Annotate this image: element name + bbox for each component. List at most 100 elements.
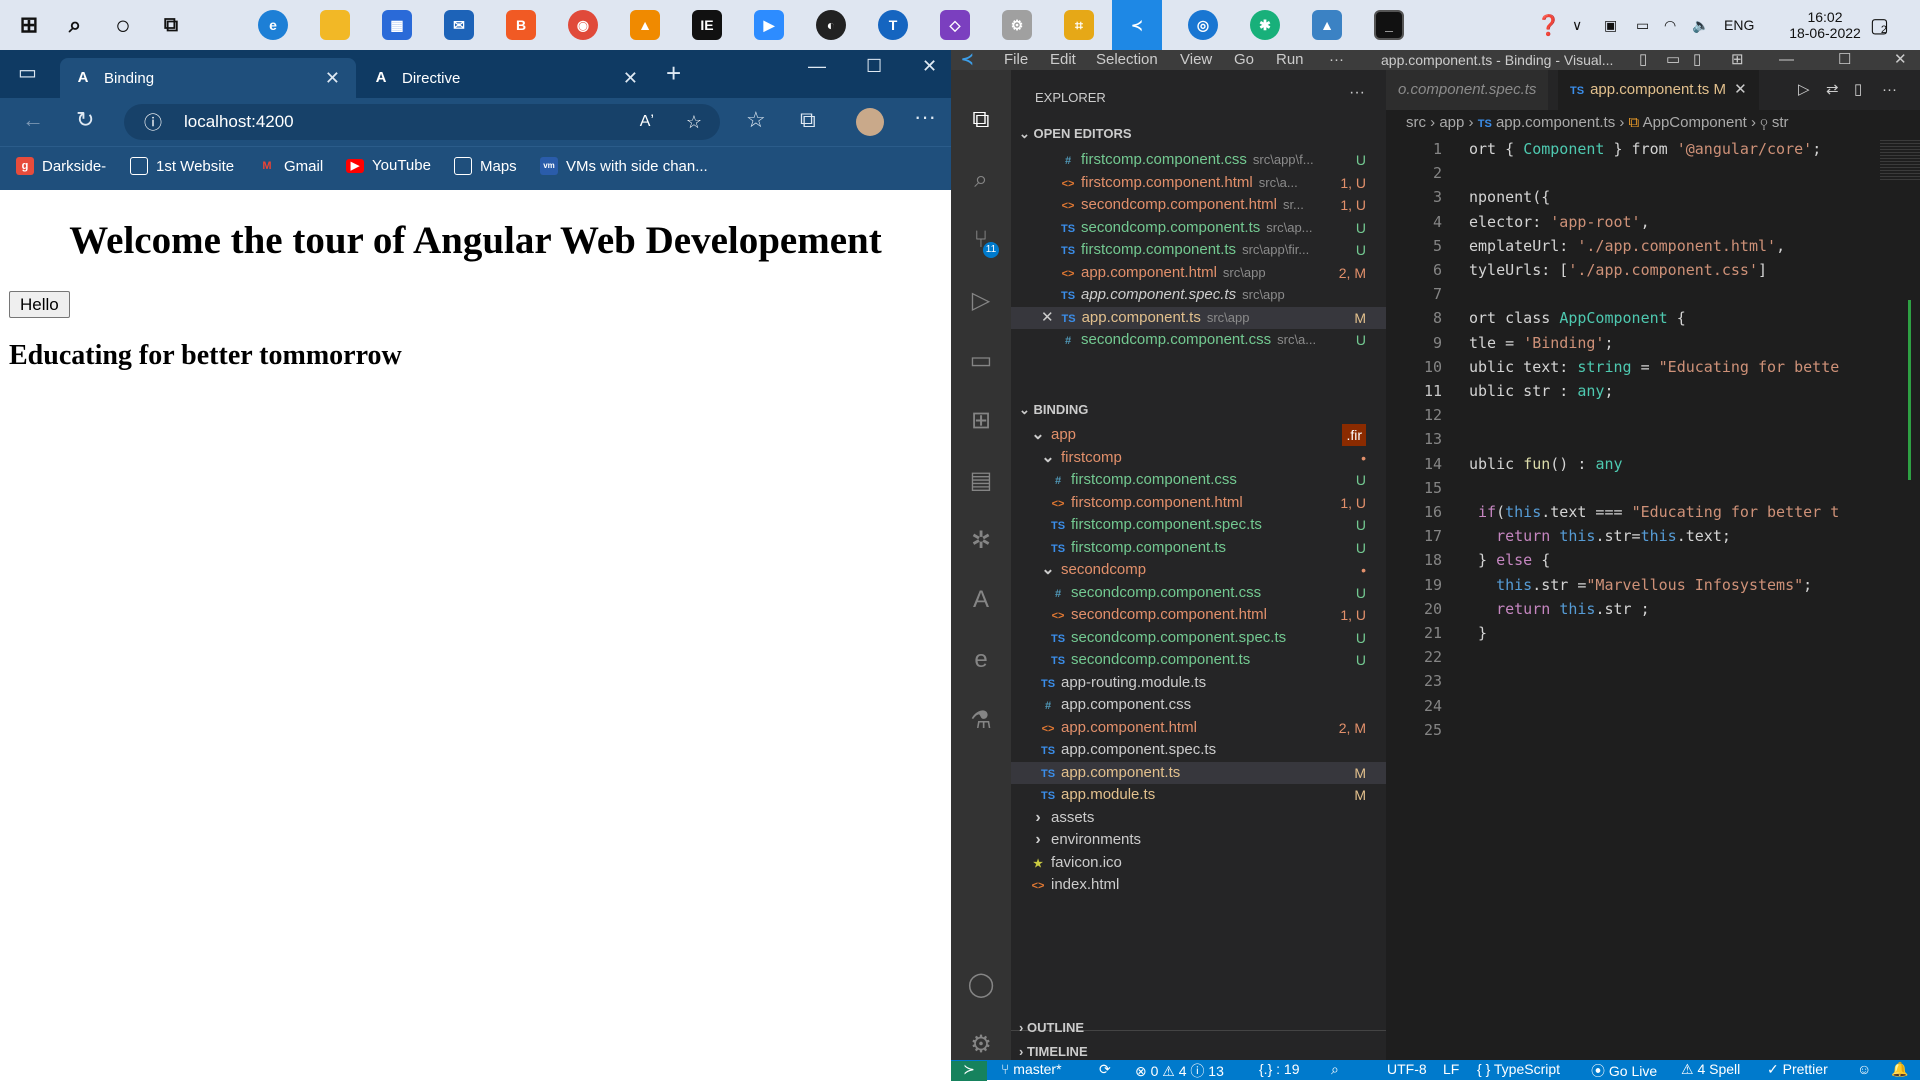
file-item[interactable]: <> secondcomp.component.html 1, U [1011, 604, 1386, 626]
file-item[interactable]: TS app-routing.module.ts [1011, 672, 1386, 694]
code-line[interactable]: ublic fun() : any [1469, 455, 1889, 473]
recorder-app-icon[interactable]: ◎ [1188, 10, 1218, 40]
feedback-icon[interactable]: ☺ [1857, 1061, 1871, 1077]
vscode-app-icon[interactable]: ≺ [1112, 0, 1162, 50]
open-editor-item[interactable]: ✕ TS app.component.ts src\app M [1011, 306, 1386, 329]
intellij-app-icon[interactable]: IE [692, 10, 722, 40]
tab-actions-icon[interactable]: ▭ [18, 60, 37, 85]
remote-explorer-icon[interactable]: ▭ [965, 346, 997, 378]
code-line[interactable]: } else { [1469, 551, 1889, 569]
menu-more[interactable]: ··· [1329, 50, 1344, 70]
visual-studio-app-icon[interactable]: ◇ [940, 10, 970, 40]
file-explorer-app-icon[interactable] [320, 10, 350, 40]
angular-icon[interactable]: A [965, 586, 997, 618]
code-line[interactable]: tyleUrls: ['./app.component.css'] [1469, 261, 1889, 279]
bookmark-darkside[interactable]: g Darkside- [16, 157, 106, 175]
bookmark-gmail[interactable]: M Gmail [258, 157, 323, 175]
file-item[interactable]: TS app.module.ts M [1011, 784, 1386, 806]
clock[interactable]: 16:02 18-06-2022 [1780, 0, 1870, 50]
avatar[interactable] [856, 108, 884, 136]
branch-status[interactable]: ⑂ master* [1001, 1061, 1062, 1077]
zoom-app-icon[interactable]: ▶ [754, 10, 784, 40]
code-line[interactable]: tle = 'Binding'; [1469, 334, 1889, 352]
code-line[interactable]: ort class AppComponent { [1469, 309, 1889, 327]
kubernetes-icon[interactable]: ✲ [965, 526, 997, 558]
info-icon[interactable]: ⓘ [144, 109, 162, 135]
bookmark-1st-website[interactable]: 1st Website [130, 157, 234, 175]
toggle-panel-icon[interactable]: ▭ [1666, 50, 1680, 70]
file-item[interactable]: # firstcomp.component.css U [1011, 469, 1386, 491]
open-editor-item[interactable]: # firstcomp.component.css src\app\f... U [1011, 149, 1386, 171]
code-line[interactable]: if(this.text === "Educating for better t [1469, 503, 1889, 521]
source-control-icon[interactable]: ⑂ 11 [965, 226, 999, 258]
testing-icon[interactable]: ⚗ [965, 706, 997, 738]
folder-item[interactable]: › assets [1011, 807, 1386, 829]
photos-app-icon[interactable]: ▲ [1312, 10, 1342, 40]
extensions-icon[interactable]: ⊞ [965, 406, 997, 438]
language-status[interactable]: { } TypeScript [1477, 1061, 1560, 1077]
file-item[interactable]: # app.component.css [1011, 694, 1386, 716]
manage-gear-icon[interactable]: ⚙ [965, 1030, 997, 1062]
open-editor-item[interactable]: TS app.component.spec.ts src\app [1011, 284, 1386, 306]
folder-item[interactable]: ⌄ secondcomp • [1011, 559, 1386, 581]
folder-item[interactable]: › environments [1011, 829, 1386, 851]
encoding-status[interactable]: UTF-8 [1387, 1061, 1427, 1077]
file-item[interactable]: ★ favicon.ico [1011, 852, 1386, 874]
language-indicator[interactable]: ENG [1724, 0, 1754, 50]
tab-directive[interactable]: A Directive ✕ [358, 58, 654, 98]
more-actions-icon[interactable]: ··· [1870, 70, 1909, 110]
explorer-more-icon[interactable]: ··· [1349, 84, 1365, 102]
code-line[interactable]: } [1469, 624, 1889, 642]
remote-icon[interactable]: ≻ [951, 1061, 987, 1081]
file-item[interactable]: <> app.component.html 2, M [1011, 717, 1386, 739]
file-item[interactable]: TS firstcomp.component.spec.ts U [1011, 514, 1386, 536]
window-close-icon[interactable]: ✕ [1894, 50, 1907, 70]
address-bar[interactable]: ⓘ localhost:4200 Aʼ ☆ [124, 104, 720, 140]
code-area[interactable]: 1 ort { Component } from '@angular/core';… [1386, 140, 1920, 1040]
open-editor-item[interactable]: <> secondcomp.component.html sr... 1, U [1011, 194, 1386, 216]
spell-status[interactable]: ⚠ 4 Spell [1681, 1061, 1740, 1078]
project-header[interactable]: ⌄ BINDING [1011, 398, 1386, 422]
code-line[interactable]: this.str ="Marvellous Infosystems"; [1469, 576, 1889, 594]
code-line[interactable]: return this.str=this.text; [1469, 527, 1889, 545]
problems-status[interactable]: ⊗ 0 ⚠ 4 ⓘ 13 [1135, 1061, 1224, 1081]
battery-icon[interactable]: ▭ [1636, 0, 1649, 50]
obs-app-icon[interactable]: ◐ [816, 10, 846, 40]
code-line[interactable]: elector: 'app-root', [1469, 213, 1889, 231]
menu-view[interactable]: View [1180, 50, 1212, 70]
close-icon[interactable]: ✕ [623, 68, 638, 89]
edge-app-icon[interactable]: e [258, 10, 288, 40]
search-icon[interactable]: ⌕ [60, 10, 90, 40]
notification-icon[interactable]: ▢ 2 [1870, 0, 1889, 50]
open-editor-item[interactable]: <> app.component.html src\app 2, M [1011, 262, 1386, 284]
minimize-icon[interactable]: — [808, 56, 826, 77]
folder-item[interactable]: ⌄ firstcomp • [1011, 447, 1386, 469]
menu-selection[interactable]: Selection [1096, 50, 1158, 70]
window-close-icon[interactable]: ✕ [922, 56, 937, 77]
more-icon[interactable]: ··· [914, 104, 936, 130]
new-tab-icon[interactable]: + [666, 58, 681, 89]
folder-item[interactable]: ⌄ app .fir [1011, 424, 1386, 446]
back-icon[interactable]: ← [22, 107, 44, 133]
favorite-add-icon[interactable]: ☆ [686, 112, 702, 133]
close-icon[interactable]: ✕ [325, 68, 340, 89]
account-icon[interactable]: ◯ [965, 970, 997, 1002]
menu-file[interactable]: File [1004, 50, 1028, 70]
menu-run[interactable]: Run [1276, 50, 1304, 70]
file-item[interactable]: <> firstcomp.component.html 1, U [1011, 492, 1386, 514]
file-item[interactable]: TS app.component.ts M [1011, 761, 1386, 784]
atom-app-icon[interactable]: ✱ [1250, 10, 1280, 40]
file-item[interactable]: TS secondcomp.component.spec.ts U [1011, 627, 1386, 649]
maximize-icon[interactable]: ☐ [866, 56, 882, 77]
file-item[interactable]: TS secondcomp.component.ts U [1011, 649, 1386, 671]
bookmark-youtube[interactable]: ▶ YouTube [346, 157, 431, 174]
collections-icon[interactable]: ⧉ [800, 107, 816, 133]
bookmark-vms[interactable]: vm VMs with side chan... [540, 157, 708, 175]
docker-icon[interactable]: ▤ [965, 466, 997, 498]
maximize-icon[interactable]: ☐ [1838, 50, 1851, 70]
toggle-sidebar-icon[interactable]: ▯ [1639, 50, 1647, 70]
menu-go[interactable]: Go [1234, 50, 1254, 70]
tool-app-icon[interactable]: ⌗ [1064, 10, 1094, 40]
help-icon[interactable]: ❓ [1536, 0, 1561, 50]
wifi-icon[interactable]: ◠ [1664, 0, 1676, 50]
